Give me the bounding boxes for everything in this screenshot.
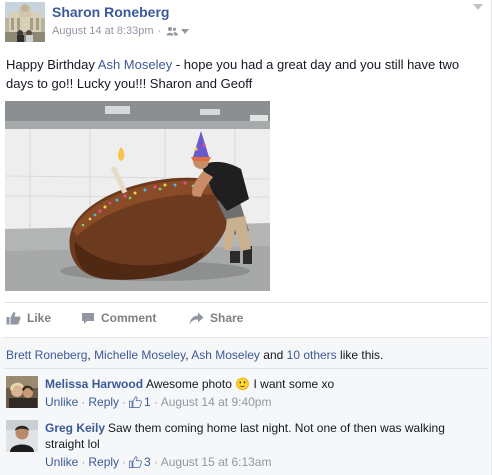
thumbs-up-icon	[129, 456, 142, 468]
comment-text: Awesome photo	[146, 377, 236, 391]
meta-separator: ·	[122, 395, 127, 409]
comment-like-count[interactable]: 1	[144, 394, 151, 410]
comment-meta: Unlike · Reply · 1 · August 14 at 9:40pm	[45, 394, 485, 410]
comment-meta: Unlike · Reply · 3 · August 15 at 6:13am	[45, 454, 485, 470]
thumbs-up-icon	[129, 396, 142, 408]
comment-like-count[interactable]: 3	[144, 454, 151, 470]
post-meta: August 14 at 8:33pm ·	[52, 25, 190, 37]
audience-selector[interactable]	[166, 26, 190, 36]
likes-suffix: like this.	[336, 348, 384, 362]
commenter-avatar[interactable]	[6, 420, 38, 452]
comment-author[interactable]: Melissa Harwood	[45, 377, 143, 391]
meta-separator: ·	[153, 455, 158, 469]
post-photo[interactable]	[5, 101, 270, 291]
meta-separator: ·	[153, 395, 158, 409]
post-mention-link[interactable]: Ash Moseley	[98, 57, 172, 72]
comment-time[interactable]: August 14 at 9:40pm	[161, 394, 272, 410]
thumbs-up-icon	[6, 311, 21, 325]
like-button[interactable]: Like	[6, 311, 81, 325]
share-icon	[189, 312, 204, 324]
reply-link[interactable]: Reply	[88, 454, 119, 470]
comment-time[interactable]: August 15 at 6:13am	[161, 454, 272, 470]
comment-body: Melissa Harwood Awesome photo 🙂 I want so…	[45, 376, 485, 410]
divider	[4, 337, 488, 338]
meta-separator: ·	[81, 395, 86, 409]
post-message: Happy Birthday Ash Moseley - hope you ha…	[6, 55, 481, 93]
smiley-emoji-icon: 🙂	[235, 377, 251, 391]
share-button[interactable]: Share	[189, 311, 243, 325]
comment-author[interactable]: Greg Keily	[45, 421, 105, 435]
chevron-down-icon	[181, 28, 190, 34]
comment-text-line: Melissa Harwood Awesome photo 🙂 I want so…	[45, 376, 485, 392]
reply-link[interactable]: Reply	[88, 394, 119, 410]
facebook-post: Sharon Roneberg August 14 at 8:33pm · Ha…	[0, 0, 492, 475]
comment-label: Comment	[101, 311, 157, 325]
commenter-avatar[interactable]	[6, 376, 38, 408]
post-timestamp[interactable]: August 14 at 8:33pm	[52, 25, 154, 37]
post-options-chevron-icon[interactable]	[473, 4, 483, 10]
divider	[4, 368, 488, 369]
post-text-part: Happy Birthday	[6, 57, 98, 72]
unlike-link[interactable]: Unlike	[45, 454, 78, 470]
unlike-link[interactable]: Unlike	[45, 394, 78, 410]
post-author-name[interactable]: Sharon Roneberg	[52, 4, 169, 20]
likes-separator: and	[259, 348, 287, 362]
comment-body: Greg Keily Saw them coming home last nigh…	[45, 420, 485, 470]
share-label: Share	[210, 311, 244, 325]
meta-separator: ·	[81, 455, 86, 469]
like-label: Like	[27, 311, 52, 325]
divider	[4, 302, 488, 303]
liker-link[interactable]: Ash Moseley	[191, 348, 260, 362]
liker-link[interactable]: Brett Roneberg	[6, 348, 87, 362]
likes-summary: Brett Roneberg, Michelle Moseley, Ash Mo…	[6, 348, 383, 362]
others-link[interactable]: 10 others	[287, 348, 337, 362]
comment-button[interactable]: Comment	[81, 311, 189, 325]
comment-icon	[82, 312, 94, 324]
liker-link[interactable]: Michelle Moseley	[94, 348, 185, 362]
author-avatar[interactable]	[5, 2, 45, 42]
comment-text: I want some xo	[250, 377, 335, 391]
meta-separator: ·	[157, 25, 162, 37]
comment-text-line: Greg Keily Saw them coming home last nigh…	[45, 420, 485, 452]
friends-icon	[166, 27, 178, 36]
meta-separator: ·	[122, 455, 127, 469]
post-actions: Like Comment Share	[6, 311, 243, 325]
